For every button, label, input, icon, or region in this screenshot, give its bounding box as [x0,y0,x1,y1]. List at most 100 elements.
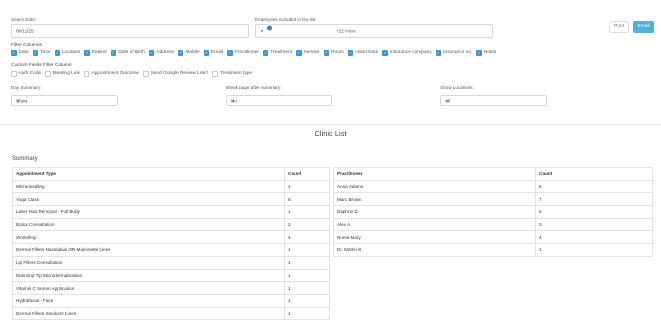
table-header-row: Appointment Type Count [12,167,330,181]
table-row: Botox Consultation 2 [12,217,330,232]
table-cell: Nurse Mary [333,230,536,245]
table-cell: 3 [535,217,653,232]
checkbox-item[interactable]: ✓ Email [203,50,224,56]
checkbox-item[interactable]: ✓ Address [148,50,174,56]
table-cell: 1 [284,243,330,257]
checkbox-label: Notes [483,50,497,56]
table-cell: Dr. Martin B [333,243,536,257]
checkbox-item[interactable]: ✓ Treatment [262,50,292,56]
summary-heading: Summary [12,156,38,162]
checkbox-checked-icon[interactable]: ✓ [262,50,269,56]
table-cell: Dermal Fillers Smokers Lines [12,306,285,320]
checkbox-item[interactable]: ✓ Time [32,50,51,56]
checkbox-unchecked-icon[interactable] [212,71,218,77]
checkbox-label: Location [62,50,81,56]
chevron-down-icon: ▼ [231,98,235,103]
checkbox-label: Auth Code [18,71,42,77]
checkbox-item[interactable]: Send Google Review Link? [143,71,208,77]
checkbox-item[interactable]: ✓ Date of Birth [110,50,145,56]
checkbox-item[interactable]: ✓ Mobile [177,50,200,56]
break-page-select[interactable]: No ▼ [226,95,332,106]
checkbox-checked-icon[interactable]: ✓ [110,50,117,56]
table-cell: Vitamin C Serum Application [12,281,285,295]
checkbox-item[interactable]: ✓ Practitioner [227,50,259,56]
table-header-row: Practitioner Count [333,167,653,181]
practitioner-table: Practitioner Count Anna Adams 8 Marc Brown… [333,167,653,257]
table-cell: Daphne D. [333,205,536,219]
table-cell: Lip Fillers Consultation [12,255,285,270]
table-cell: Laser Hair Removal - Full Body [12,205,285,219]
table-cell: Anna Adams [333,179,536,194]
checkbox-checked-icon[interactable]: ✓ [382,50,388,56]
table-row: Dermal Fillers Nasolabial OR Marionette … [12,243,330,257]
checkbox-label: Room [331,50,344,56]
table-cell: 1 [284,281,330,295]
checkbox-item[interactable]: ✓ Location [54,50,81,56]
checkbox-checked-icon[interactable]: ✓ [476,50,482,56]
checkbox-checked-icon[interactable]: ✓ [323,50,330,56]
checkbox-item[interactable]: ✓ Insurance company [382,50,432,56]
checkbox-checked-icon[interactable]: ✓ [203,50,210,56]
chevron-down-icon: ▼ [260,28,264,34]
checkbox-label: Service [303,50,320,56]
checkbox-checked-icon[interactable]: ✓ [54,50,61,56]
table-row: Microneedling 1 [12,179,330,194]
table-row: Workshop 4 [12,230,330,245]
day-summary-select[interactable]: Show ▼ [11,95,118,106]
checkbox-item[interactable]: Meeting Link [45,71,80,77]
checkbox-unchecked-icon[interactable] [45,71,51,77]
checkbox-checked-icon[interactable]: ✓ [435,50,442,56]
checkbox-item[interactable]: ✓ Notes [476,50,496,56]
employees-select[interactable]: +22 more ▼ [255,24,493,38]
checkbox-checked-icon[interactable]: ✓ [347,50,354,56]
table-cell: Marc Brown [333,192,536,207]
break-page-label: Break page after summary: [226,85,282,90]
table-cell: 1 [284,306,330,320]
table-cell: Hydrafacial - Face [12,293,285,308]
locations-select[interactable]: All ▼ [440,95,547,106]
chevron-down-icon: ▼ [16,98,20,103]
table-cell: Yoga Class [12,192,285,207]
table-cell: 1 [284,268,330,283]
table-cell: Botox Consultation [12,217,285,232]
checkbox-label: Email [211,50,224,56]
section-divider [0,124,661,125]
checkbox-checked-icon[interactable]: ✓ [296,50,302,56]
checkbox-checked-icon[interactable]: ✓ [227,50,233,56]
checkbox-unchecked-icon[interactable] [83,71,90,77]
checkbox-item[interactable]: Treatment type [212,71,252,77]
table-cell: 1 [535,243,653,257]
table-row: Daphne D. 5 [333,205,653,219]
table-row: Anna Adams 8 [333,179,653,194]
print-button[interactable]: Print [609,21,629,33]
checkbox-item[interactable]: Appointment Outcome [83,71,139,77]
table-row: Marc Brown 7 [333,192,653,207]
checkbox-checked-icon[interactable]: ✓ [148,50,155,56]
table-cell: 4 [284,230,330,245]
table-row: Alex A. 3 [333,217,653,232]
email-button[interactable]: Email [633,21,654,33]
date-label: Select Date: [11,17,37,22]
checkbox-item[interactable]: ✓ Service [296,50,320,56]
checkbox-unchecked-icon[interactable] [11,71,17,77]
table-row: Lip Fillers Consultation 1 [12,255,330,270]
checkbox-label: Date [18,50,29,56]
checkbox-checked-icon[interactable]: ✓ [11,50,17,56]
checkbox-label: Treatment type [219,71,253,77]
date-input[interactable]: 06/11/25 [11,24,249,38]
checkbox-checked-icon[interactable]: ✓ [84,50,90,56]
checkbox-item[interactable]: ✓ Insurance no. [435,50,472,56]
filter-columns-label: Filter Columns [11,43,42,48]
checkbox-item[interactable]: ✓ Patient [84,50,107,56]
checkbox-item[interactable]: Auth Code [11,71,41,77]
checkbox-item[interactable]: ✓ Hand Note [347,50,378,56]
checkbox-unchecked-icon[interactable] [143,71,149,77]
checkbox-checked-icon[interactable]: ✓ [177,50,184,56]
table-row: Laser Hair Removal - Full Body 1 [12,205,330,219]
checkbox-item[interactable]: ✓ Date [11,50,29,56]
checkbox-item[interactable]: ✓ Room [323,50,344,56]
report-title: Clinic List [314,129,347,138]
table-cell: 2 [284,217,330,232]
checkbox-checked-icon[interactable]: ✓ [32,50,39,56]
checkbox-label: Send Google Review Link? [150,71,209,77]
